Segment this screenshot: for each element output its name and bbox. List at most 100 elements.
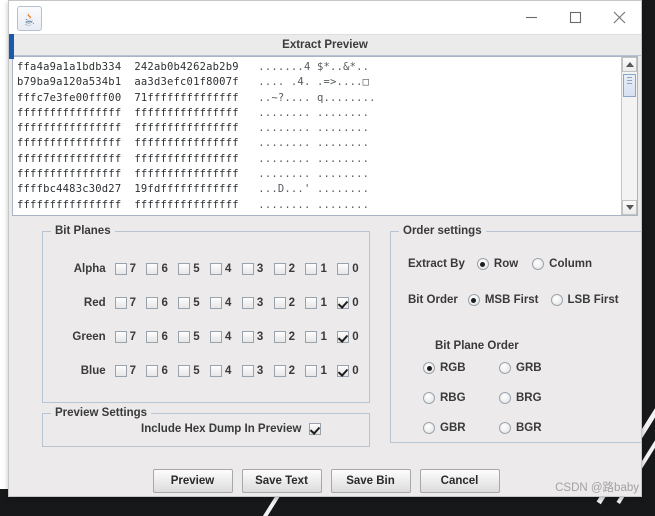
radio-icon[interactable] [423,392,435,404]
checkbox-alpha-bit6[interactable] [146,263,159,275]
close-button[interactable] [597,1,641,34]
checkbox-blue-bit4[interactable] [210,365,223,377]
radio-icon[interactable] [499,392,511,404]
save-bin-button[interactable]: Save Bin [330,469,411,493]
checkbox-red-bit2[interactable] [273,297,286,309]
bit-plane-order-option-rbg[interactable]: RBG [423,392,485,404]
bit-plane-cell: 7 [114,297,147,309]
include-hex-dump-checkbox[interactable] [309,423,322,435]
radio-icon[interactable] [423,362,435,374]
bit-index-label: 4 [225,331,232,343]
bit-plane-order-option-gbr[interactable]: GBR [423,422,485,434]
checkbox-blue-bit1[interactable] [305,365,318,377]
checkbox-blue-bit3[interactable] [241,365,254,377]
hex-dump-row-hex: ffffffffffffffff ffffffffffffffff [17,168,239,181]
checkbox-alpha-bit0[interactable] [337,263,350,275]
bit-plane-cell: 3 [241,297,274,309]
checkbox-green-bit0[interactable] [337,331,350,343]
radio-icon[interactable] [499,422,511,434]
bit-index-label: 5 [193,263,200,275]
minimize-button[interactable] [509,1,553,34]
bit-planes-panel: Bit Planes Alpha 7 6 5 4 3 2 1 0 Red 7 6 5 4 3 2 1 0 Green… [42,225,370,403]
checkbox-blue-bit5[interactable] [178,365,191,377]
bit-plane-cell: 6 [146,263,178,275]
checkbox-red-bit1[interactable] [305,297,318,309]
scroll-down-arrow-icon[interactable] [622,200,637,215]
include-hex-dump-row: Include Hex Dump In Preview [141,423,322,435]
hex-dump-text[interactable]: ffa4a9a1a1bdb334 242ab0b4262ab2b9 ......… [13,57,621,215]
bit-plane-cell: 1 [305,331,337,343]
hex-dump-row-hex: ffffffffffffffff ffffffffffffffff [17,214,239,215]
hex-dump-row: ffffffffffffffff ffffffffffffffff ......… [17,152,621,167]
hex-dump-row: ffffffffffffffff ffffffffffffffff ......… [17,198,621,213]
checkbox-blue-bit0[interactable] [337,365,350,377]
hex-dump-row-ascii: .......4 $*..&*.. [238,61,370,73]
checkbox-alpha-bit4[interactable] [210,263,223,275]
checkbox-alpha-bit1[interactable] [305,263,318,275]
bit-plane-cell: 1 [305,365,337,377]
checkbox-alpha-bit5[interactable] [178,263,191,275]
maximize-button[interactable] [553,1,597,34]
checkbox-green-bit6[interactable] [146,331,159,343]
preview-button[interactable]: Preview [152,469,233,493]
bit-index-label: 3 [256,365,264,377]
bit-plane-cell: 1 [305,297,337,309]
checkbox-alpha-bit3[interactable] [241,263,254,275]
checkbox-alpha-bit7[interactable] [114,263,127,275]
bit-index-label: 3 [256,263,264,275]
bit-plane-order-options: RGB GRB RBG BRG GBR BGR [423,362,561,434]
bit-index-label: 6 [161,331,168,343]
radio-icon[interactable] [476,258,489,270]
checkbox-green-bit7[interactable] [114,331,127,343]
checkbox-green-bit4[interactable] [210,331,223,343]
checkbox-alpha-bit2[interactable] [273,263,286,275]
radio-icon[interactable] [467,294,480,306]
checkbox-green-bit2[interactable] [273,331,286,343]
bit-index-label: 5 [193,365,200,377]
cancel-button[interactable]: Cancel [419,469,500,493]
bit-index-label: 4 [225,297,232,309]
radio-icon[interactable] [423,422,435,434]
checkbox-red-bit4[interactable] [210,297,223,309]
hex-dump-row: ffa4a9a1a1bdb334 242ab0b4262ab2b9 ......… [17,60,621,75]
checkbox-red-bit7[interactable] [114,297,127,309]
bit-plane-order-option-rgb[interactable]: RGB [423,362,485,374]
radio-icon[interactable] [499,362,511,374]
checkbox-blue-bit2[interactable] [273,365,286,377]
java-coffee-cup-icon [17,6,42,31]
checkbox-green-bit1[interactable] [305,331,318,343]
bit-order-option-lsb-first[interactable]: LSB First [550,294,619,306]
bit-plane-cell: 4 [210,297,242,309]
window-titlebar [9,1,641,35]
hex-dump-row-hex: ffffffffffffffff ffffffffffffffff [17,122,239,135]
bit-plane-order-option-brg[interactable]: BRG [499,392,561,404]
radio-icon[interactable] [532,258,545,270]
checkbox-blue-bit7[interactable] [114,365,127,377]
checkbox-green-bit3[interactable] [241,331,254,343]
bit-plane-channel-label: Green [72,331,106,343]
checkbox-blue-bit6[interactable] [146,365,159,377]
bit-index-label: 0 [352,365,359,377]
checkbox-red-bit5[interactable] [178,297,191,309]
scroll-up-arrow-icon[interactable] [622,57,637,72]
hex-preview-vertical-scrollbar[interactable] [621,57,637,215]
save-text-button[interactable]: Save Text [241,469,322,493]
bit-order-option-msb-first[interactable]: MSB First [467,294,539,306]
extract-by-option-column[interactable]: Column [532,258,592,270]
bit-plane-row-green: Green 7 6 5 4 3 2 1 0 [43,326,369,348]
hex-dump-row-ascii: ........ ........ [238,198,370,211]
order-settings-panel-title: Order settings [399,225,486,237]
scrollbar-thumb[interactable] [623,74,636,97]
bit-plane-cell: 6 [146,297,178,309]
bit-plane-cell: 3 [241,365,274,377]
bit-plane-order-option-bgr[interactable]: BGR [499,422,561,434]
extract-by-option-row[interactable]: Row [476,258,518,270]
radio-icon[interactable] [550,294,563,306]
bit-plane-order-option-grb[interactable]: GRB [499,362,561,374]
checkbox-red-bit0[interactable] [337,297,350,309]
checkbox-green-bit5[interactable] [178,331,191,343]
hex-dump-row-ascii: ........ ........ [238,137,370,150]
checkbox-red-bit3[interactable] [241,297,254,309]
hex-dump-row-ascii: ........ ........ [238,152,370,165]
checkbox-red-bit6[interactable] [146,297,159,309]
